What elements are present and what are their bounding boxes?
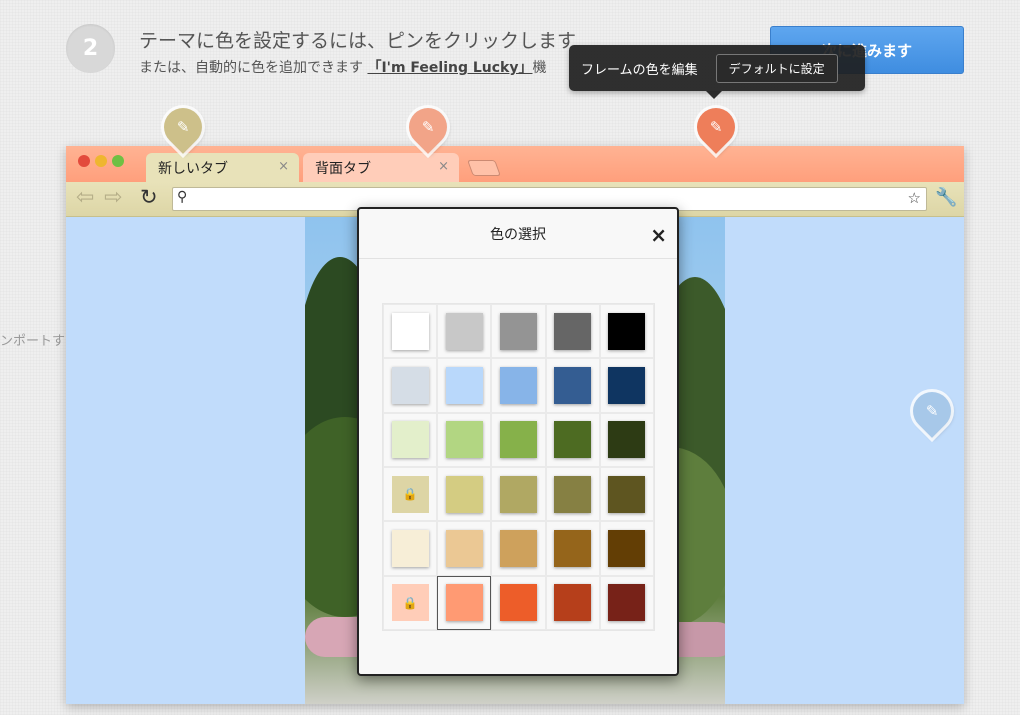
brush-icon: ✎ [709,118,723,137]
color-swatch-cell[interactable] [545,358,600,413]
color-swatch[interactable] [554,312,592,350]
color-swatch-cell[interactable] [383,521,438,576]
feeling-lucky-link[interactable]: 「I'm Feeling Lucky」 [367,60,532,76]
color-swatch-cell[interactable] [491,358,546,413]
step-number-badge: 2 [66,24,115,73]
color-swatch[interactable] [391,529,429,567]
maximize-window-icon [112,155,124,167]
color-swatch-cell[interactable] [437,304,492,359]
color-swatch-cell[interactable] [383,412,438,467]
color-swatch-cell[interactable] [437,521,492,576]
tab-background-tab[interactable]: 背面タブ × [303,153,459,183]
color-swatch[interactable] [608,421,646,459]
color-swatch[interactable] [391,421,429,459]
color-swatch[interactable] [499,366,537,404]
color-picker-dialog: 色の選択 × 🔒 🔒 [357,207,679,676]
color-swatch[interactable] [391,312,429,350]
lock-icon: 🔒 [402,487,418,502]
search-icon: ⚲ [177,189,188,205]
lock-icon: 🔒 [402,595,418,610]
tab-close-icon[interactable]: × [438,159,449,174]
color-swatch[interactable] [445,584,483,622]
color-swatch-cell[interactable] [491,466,546,522]
color-swatch[interactable] [554,475,592,513]
color-swatch[interactable] [608,475,646,513]
tab-label: 新しいタブ [158,161,228,177]
bookmark-star-icon[interactable]: ☆ [908,189,921,207]
color-swatch[interactable] [608,584,646,622]
color-swatch-cell[interactable] [545,412,600,467]
color-swatch[interactable] [499,312,537,350]
tab-label: 背面タブ [315,161,371,177]
color-swatch-cell[interactable]: 🔒 [383,466,438,522]
color-swatch-cell[interactable]: 🔒 [383,575,438,630]
set-default-button[interactable]: デフォルトに設定 [715,53,838,83]
color-swatch[interactable] [445,421,483,459]
reload-icon[interactable]: ↻ [140,185,158,209]
brush-icon: ✎ [421,118,435,137]
color-swatch-cell[interactable] [599,304,654,359]
color-swatch-cell[interactable] [437,358,492,413]
color-swatch[interactable]: 🔒 [391,475,429,513]
wrench-menu-icon[interactable]: 🔧 [935,187,957,208]
new-tab-button[interactable] [467,160,501,176]
color-swatch-cell[interactable] [491,521,546,576]
color-swatch[interactable] [608,366,646,404]
brush-icon: ✎ [176,118,190,137]
color-swatch-cell[interactable] [599,466,654,522]
color-swatch[interactable] [608,312,646,350]
color-swatch-cell[interactable] [599,521,654,576]
color-swatch-cell[interactable] [545,575,600,630]
back-arrow-icon[interactable]: ⇦ [76,185,94,210]
color-swatch[interactable] [445,529,483,567]
dialog-title: 色の選択 [359,209,677,259]
color-swatch-cell[interactable] [599,412,654,467]
color-swatch[interactable]: 🔒 [391,584,429,622]
close-window-icon [78,155,90,167]
color-swatch[interactable] [554,529,592,567]
brush-icon: ✎ [925,402,939,421]
color-swatch[interactable] [499,475,537,513]
subheading-suffix: 機 [532,60,547,76]
color-swatch-cell[interactable] [383,304,438,359]
color-swatch-cell[interactable] [599,358,654,413]
color-swatch-cell[interactable] [491,304,546,359]
color-swatch-cell[interactable] [491,412,546,467]
page-heading: テーマに色を設定するには、ピンをクリックします [139,30,577,52]
color-swatch-cell[interactable] [437,412,492,467]
tab-close-icon[interactable]: × [278,159,289,174]
browser-frame: 新しいタブ × 背面タブ × [66,146,964,183]
color-swatch-cell[interactable] [545,521,600,576]
frame-color-tooltip: フレームの色を編集 デフォルトに設定 [569,45,865,99]
color-swatch[interactable] [554,366,592,404]
minimize-window-icon [95,155,107,167]
color-swatch[interactable] [445,475,483,513]
color-swatch-cell[interactable] [437,466,492,522]
color-swatch-cell[interactable] [599,575,654,630]
color-swatch[interactable] [445,366,483,404]
color-swatch[interactable] [391,366,429,404]
color-swatch[interactable] [445,312,483,350]
color-swatch[interactable] [554,584,592,622]
color-swatch-cell[interactable] [383,358,438,413]
color-swatch[interactable] [554,421,592,459]
subheading-text: または、自動的に色を追加できます [139,60,363,76]
color-swatch-cell[interactable] [545,466,600,522]
color-swatch-cell[interactable] [545,304,600,359]
color-swatch[interactable] [499,584,537,622]
forward-arrow-icon[interactable]: ⇨ [104,185,122,210]
color-swatch[interactable] [499,421,537,459]
color-swatch-cell[interactable] [491,575,546,630]
color-swatch-grid: 🔒 🔒 [382,303,655,631]
color-swatch[interactable] [608,529,646,567]
close-icon[interactable]: × [650,223,667,247]
color-swatch-cell[interactable] [437,575,492,630]
page-subheading: または、自動的に色を追加できます 「I'm Feeling Lucky」機 [139,57,546,77]
edit-frame-color-label: フレームの色を編集 [581,62,698,78]
tab-new-tab[interactable]: 新しいタブ × [146,153,299,183]
color-swatch[interactable] [499,529,537,567]
